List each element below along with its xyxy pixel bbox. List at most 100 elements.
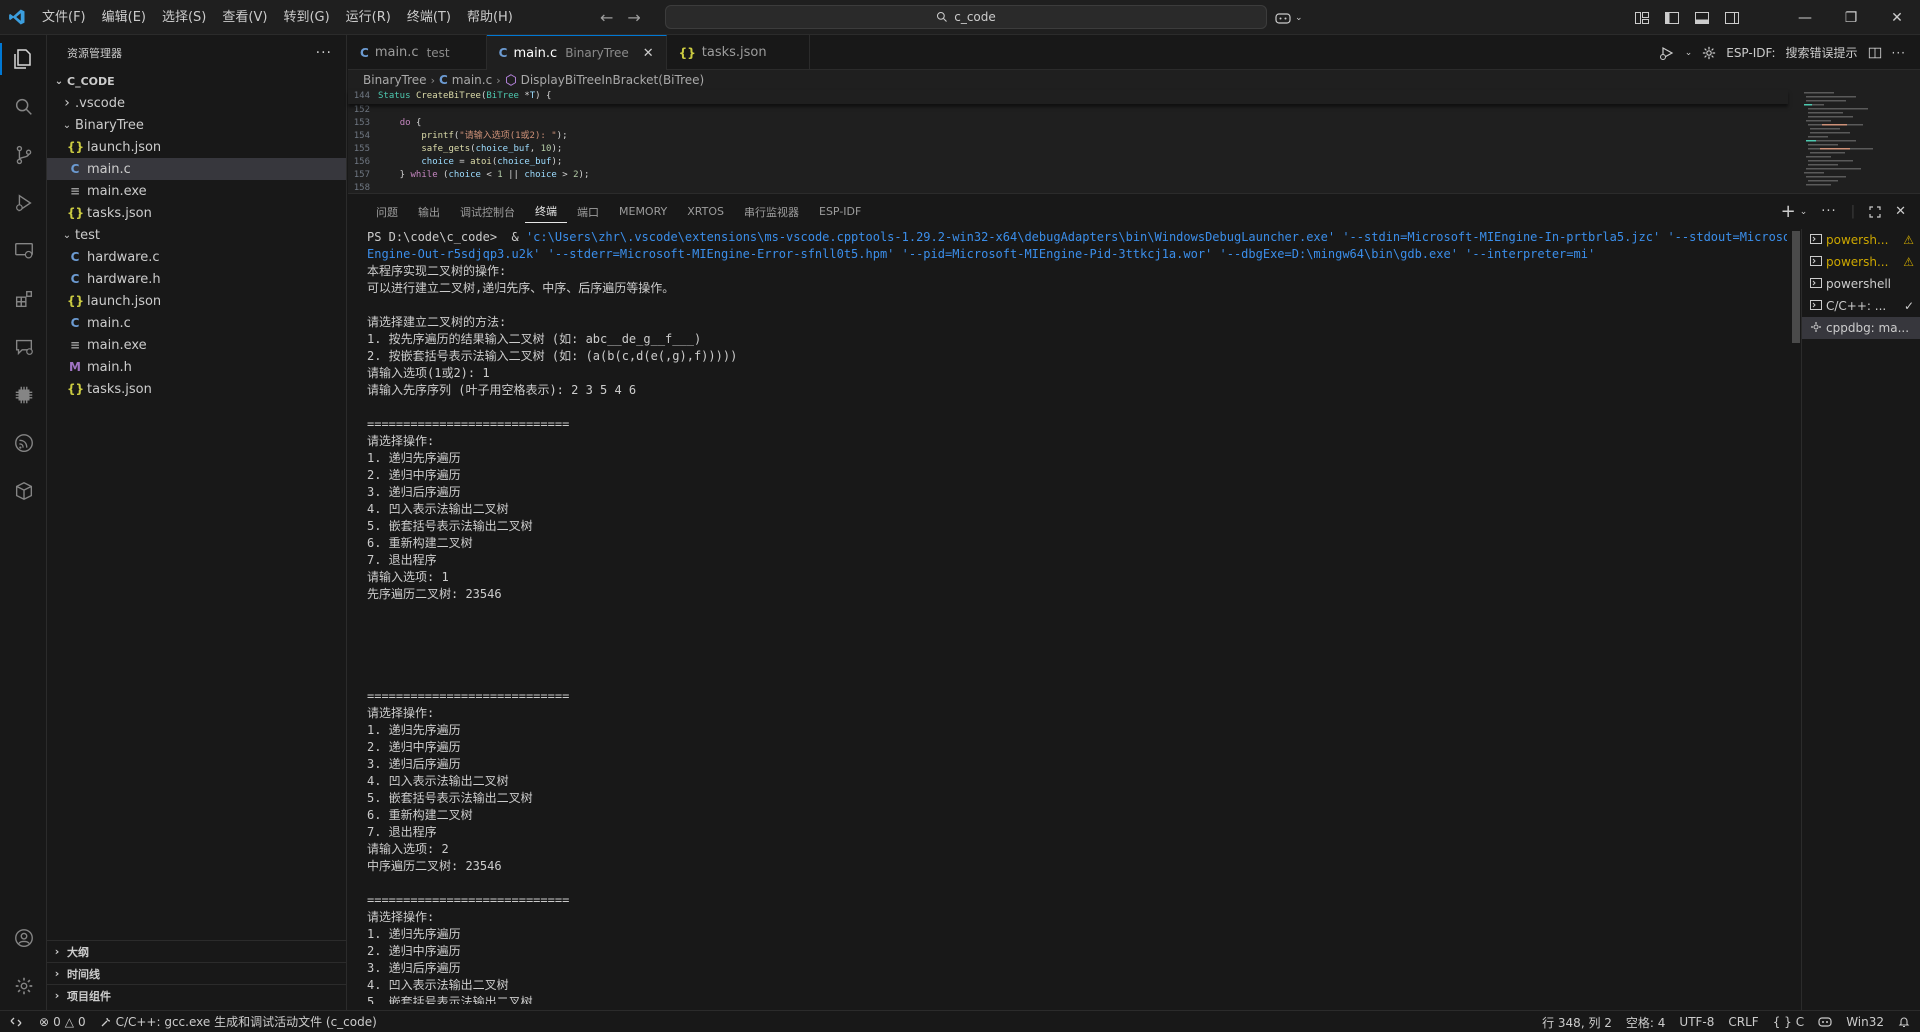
- code-editor[interactable]: BinaryTree › C main.c › DisplayBiTreeInB…: [348, 70, 1920, 193]
- back-arrow-icon[interactable]: ←: [600, 8, 613, 27]
- terminal-list-item[interactable]: powershell: [1802, 273, 1920, 295]
- run-debug-icon[interactable]: [0, 179, 47, 227]
- forward-arrow-icon[interactable]: →: [627, 8, 640, 27]
- customize-layout-icon[interactable]: [1634, 10, 1650, 26]
- menu-edit[interactable]: 编辑(E): [94, 0, 154, 35]
- terminal-scrollbar[interactable]: [1788, 229, 1802, 1004]
- breadcrumb-file[interactable]: main.c: [452, 73, 492, 87]
- end-of-line[interactable]: CRLF: [1721, 1011, 1765, 1032]
- source-control-icon[interactable]: [0, 131, 47, 179]
- section-project-components[interactable]: › 项目组件: [47, 984, 347, 1006]
- gear-icon[interactable]: [1702, 46, 1716, 60]
- toggle-panel-icon[interactable]: [1694, 10, 1710, 26]
- sticky-scroll[interactable]: 144 Status CreateBiTree(BiTree *T) {: [348, 90, 1788, 104]
- file-item[interactable]: Mmain.h: [47, 356, 346, 378]
- gear-icon[interactable]: [0, 962, 47, 1010]
- problems-indicator[interactable]: ⊗ 0 △ 0: [32, 1011, 93, 1032]
- terminal-output[interactable]: PS D:\code\c_code> & 'c:\Users\zhr\.vsco…: [367, 229, 1787, 1004]
- menu-view[interactable]: 查看(V): [214, 0, 275, 35]
- file-item[interactable]: {} launch.json: [47, 136, 346, 158]
- run-debug-button-icon[interactable]: [1659, 45, 1675, 61]
- esp-idf-label[interactable]: ESP-IDF:: [1726, 46, 1775, 60]
- file-item[interactable]: ≡ main.exe: [47, 180, 346, 202]
- menu-go[interactable]: 转到(G): [275, 0, 337, 35]
- file-item[interactable]: Chardware.h: [47, 268, 346, 290]
- package-icon[interactable]: [0, 467, 47, 515]
- toggle-secondary-sidebar-icon[interactable]: [1724, 10, 1740, 26]
- terminal-list-item[interactable]: powersh... ⚠: [1802, 251, 1920, 273]
- terminal-list-item[interactable]: C/C++: ... ✓: [1802, 295, 1920, 317]
- tab-esp-idf[interactable]: ESP-IDF: [809, 194, 871, 229]
- folder-item[interactable]: › .vscode: [47, 92, 346, 114]
- toggle-primary-sidebar-icon[interactable]: [1664, 10, 1680, 26]
- tab-main-c-binarytree[interactable]: C main.c BinaryTree ✕: [486, 35, 667, 70]
- cursor-position[interactable]: 行 348, 列 2: [1535, 1011, 1619, 1032]
- tab-terminal[interactable]: 终端: [525, 201, 567, 223]
- file-item[interactable]: Cmain.c: [47, 312, 346, 334]
- folder-item[interactable]: ⌄ BinaryTree: [47, 114, 346, 136]
- folder-item[interactable]: ⌄ test: [47, 224, 346, 246]
- split-editor-icon[interactable]: [1868, 46, 1882, 60]
- more-actions-icon[interactable]: ···: [316, 45, 332, 61]
- remote-explorer-icon[interactable]: [0, 227, 47, 275]
- tab-ports[interactable]: 端口: [567, 194, 609, 229]
- tab-serial-monitor[interactable]: 串行监视器: [734, 194, 809, 229]
- language-mode[interactable]: { } C: [1766, 1011, 1811, 1032]
- extensions-icon[interactable]: [0, 275, 47, 323]
- chevron-down-icon[interactable]: ⌄: [1685, 48, 1693, 58]
- close-window-button[interactable]: ✕: [1874, 0, 1920, 35]
- menu-terminal[interactable]: 终端(T): [399, 0, 459, 35]
- menu-run[interactable]: 运行(R): [338, 0, 399, 35]
- file-item[interactable]: {} launch.json: [47, 290, 346, 312]
- command-center-search[interactable]: c_code: [665, 5, 1267, 29]
- maximize-panel-icon[interactable]: [1869, 205, 1881, 218]
- copilot-button[interactable]: ⌄: [1275, 0, 1303, 35]
- file-item[interactable]: {} tasks.json: [47, 378, 346, 400]
- scrollbar-thumb[interactable]: [1792, 231, 1800, 343]
- menu-help[interactable]: 帮助(H): [459, 0, 521, 35]
- esp-idf-icon[interactable]: [0, 419, 47, 467]
- file-item[interactable]: Cmain.c: [47, 158, 346, 180]
- file-item[interactable]: Chardware.c: [47, 246, 346, 268]
- close-icon[interactable]: ✕: [643, 46, 654, 61]
- tab-tasks-json[interactable]: {} tasks.json: [667, 35, 810, 70]
- restore-button[interactable]: ❐: [1828, 0, 1874, 35]
- indentation[interactable]: 空格: 4: [1619, 1011, 1673, 1032]
- copilot-status-icon[interactable]: [1811, 1011, 1839, 1032]
- file-item[interactable]: ≡ main.exe: [47, 334, 346, 356]
- tab-memory[interactable]: MEMORY: [609, 194, 677, 229]
- terminal-list-item[interactable]: cppdbg: ma...: [1802, 317, 1920, 339]
- bell-icon[interactable]: [1891, 1011, 1920, 1032]
- menu-file[interactable]: 文件(F): [34, 0, 94, 35]
- section-outline[interactable]: › 大纲: [47, 940, 347, 962]
- more-actions-icon[interactable]: ···: [1892, 46, 1906, 60]
- tab-debug-console[interactable]: 调试控制台: [450, 194, 525, 229]
- tab-problems[interactable]: 问题: [366, 194, 408, 229]
- encoding[interactable]: UTF-8: [1672, 1011, 1721, 1032]
- minimize-button[interactable]: —: [1782, 0, 1828, 35]
- breadcrumb-folder[interactable]: BinaryTree: [363, 73, 427, 87]
- close-icon[interactable]: ✕: [1895, 204, 1906, 219]
- chip-icon[interactable]: [0, 371, 47, 419]
- minimap[interactable]: [1802, 90, 1902, 190]
- more-actions-icon[interactable]: ···: [1821, 204, 1836, 219]
- chevron-down-icon[interactable]: ⌄: [1800, 207, 1808, 217]
- tab-output[interactable]: 输出: [408, 194, 450, 229]
- section-timeline[interactable]: › 时间线: [47, 962, 347, 984]
- search-error-hint-button[interactable]: 搜索错误提示: [1786, 44, 1858, 61]
- chat-icon[interactable]: [0, 323, 47, 371]
- remote-indicator[interactable]: [0, 1011, 32, 1032]
- account-icon[interactable]: [0, 914, 47, 962]
- explorer-icon[interactable]: [0, 35, 47, 83]
- tab-main-c-test[interactable]: C main.c test: [348, 35, 487, 70]
- task-indicator[interactable]: C/C++: gcc.exe 生成和调试活动文件 (c_code): [93, 1011, 384, 1032]
- file-item[interactable]: {} tasks.json: [47, 202, 346, 224]
- tab-xrtos[interactable]: XRTOS: [677, 194, 734, 229]
- workspace-root[interactable]: ⌄ C_CODE: [47, 70, 346, 92]
- menu-selection[interactable]: 选择(S): [154, 0, 214, 35]
- breadcrumb-symbol[interactable]: DisplayBiTreeInBracket(BiTree): [521, 73, 705, 87]
- terminal-list-item[interactable]: powersh... ⚠: [1802, 229, 1920, 251]
- new-terminal-icon[interactable]: +: [1781, 201, 1796, 222]
- platform[interactable]: Win32: [1839, 1011, 1891, 1032]
- search-icon[interactable]: [0, 83, 47, 131]
